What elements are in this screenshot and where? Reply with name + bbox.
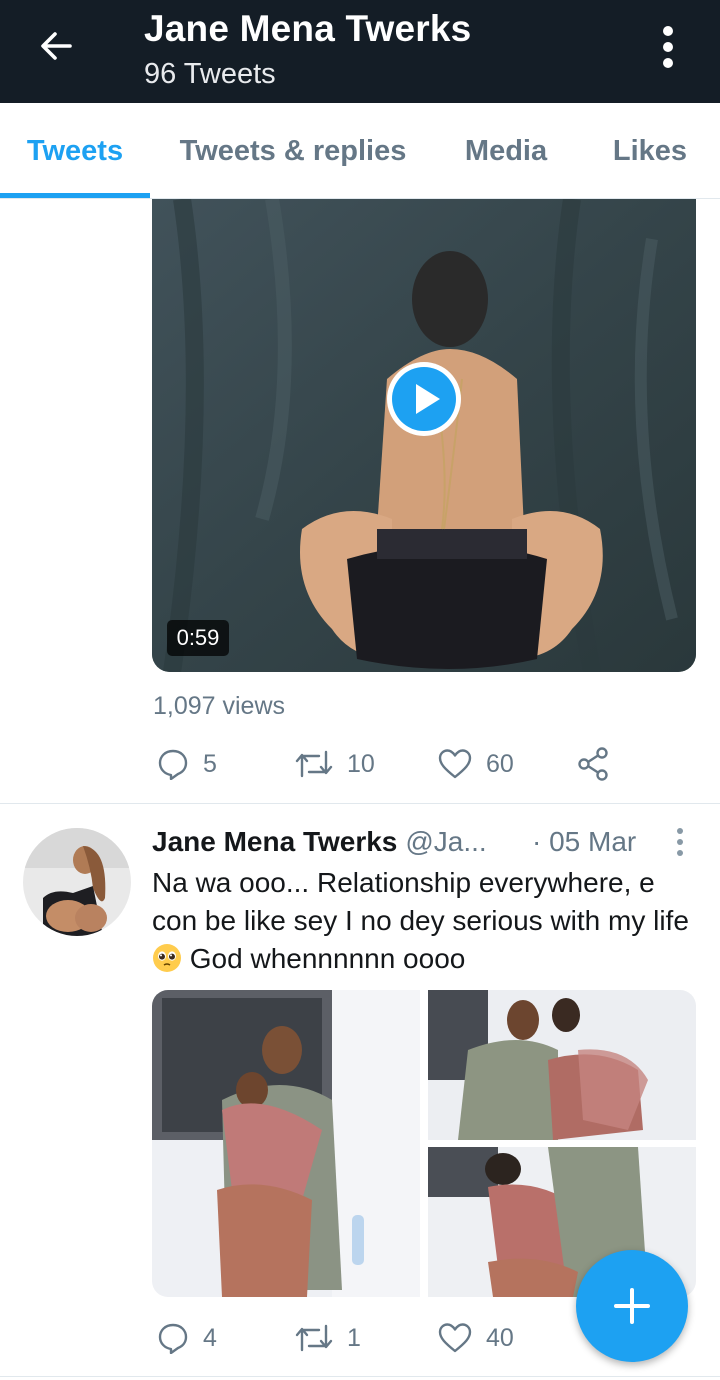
avatar[interactable] bbox=[23, 828, 131, 936]
reply-icon bbox=[158, 749, 188, 780]
more-options-button[interactable] bbox=[650, 22, 686, 72]
like-count: 60 bbox=[486, 749, 514, 778]
heart-icon bbox=[438, 749, 472, 779]
heart-icon bbox=[438, 1323, 472, 1353]
tweet-count: 96 Tweets bbox=[144, 58, 276, 90]
retweet-button[interactable]: 1 bbox=[295, 1318, 361, 1358]
retweet-icon bbox=[295, 1324, 333, 1352]
app-header: Jane Mena Twerks 96 Tweets bbox=[0, 0, 720, 103]
reply-button[interactable]: 5 bbox=[157, 744, 217, 784]
author-handle: @Ja... bbox=[405, 826, 487, 857]
tab-tweets-and-replies[interactable]: Tweets & replies bbox=[168, 103, 418, 199]
pleading-face-emoji bbox=[153, 944, 181, 972]
photo-image bbox=[152, 990, 420, 1297]
share-icon bbox=[578, 747, 608, 781]
tweet-more-button[interactable] bbox=[668, 826, 692, 858]
like-count: 40 bbox=[486, 1323, 514, 1352]
retweet-button[interactable]: 10 bbox=[295, 744, 375, 784]
tab-media[interactable]: Media bbox=[446, 103, 566, 199]
kebab-vertical-icon bbox=[663, 26, 673, 68]
tweet-text-part: Na wa ooo... Relationship everywhere, e … bbox=[152, 867, 689, 936]
like-button[interactable]: 60 bbox=[438, 744, 514, 784]
author-name: Jane Mena Twerks bbox=[152, 826, 398, 857]
reply-icon bbox=[158, 1323, 188, 1354]
tweet-date: · 05 Mar bbox=[532, 826, 637, 857]
avatar-image bbox=[23, 828, 131, 936]
arrow-left-icon bbox=[41, 32, 72, 60]
plus-icon bbox=[614, 1288, 650, 1324]
tab-likes[interactable]: Likes bbox=[600, 103, 700, 199]
back-button[interactable] bbox=[34, 24, 78, 68]
view-count: 1,097 views bbox=[153, 692, 286, 720]
photo-image bbox=[428, 990, 696, 1140]
tweet-photo[interactable] bbox=[428, 990, 696, 1140]
profile-tabs: Tweets Tweets & replies Media Likes bbox=[0, 103, 720, 199]
share-button[interactable] bbox=[578, 744, 610, 784]
profile-name-title: Jane Mena Twerks bbox=[144, 8, 472, 49]
active-tab-indicator bbox=[0, 193, 150, 198]
retweet-count: 10 bbox=[347, 749, 375, 778]
like-button[interactable]: 40 bbox=[438, 1318, 514, 1358]
play-icon bbox=[387, 362, 461, 436]
tweet-text: Na wa ooo... Relationship everywhere, e … bbox=[152, 864, 700, 978]
compose-tweet-button[interactable] bbox=[576, 1250, 688, 1362]
play-button[interactable] bbox=[385, 360, 463, 438]
retweet-count: 1 bbox=[347, 1323, 361, 1352]
tweet-text-part: God whennnnnn oooo bbox=[182, 943, 466, 974]
reply-button[interactable]: 4 bbox=[157, 1318, 217, 1358]
reply-count: 5 bbox=[203, 749, 217, 778]
tweet-divider bbox=[0, 1376, 720, 1377]
tweet-photo[interactable] bbox=[152, 990, 420, 1297]
video-duration-badge: 0:59 bbox=[167, 620, 229, 656]
kebab-vertical-icon bbox=[677, 828, 683, 856]
tweet-divider bbox=[0, 803, 720, 804]
reply-count: 4 bbox=[203, 1323, 217, 1352]
retweet-icon bbox=[295, 750, 333, 778]
tweet-author[interactable]: Jane Mena Twerks @Ja... bbox=[152, 822, 487, 862]
tweet-photo-grid bbox=[152, 990, 696, 1297]
tab-tweets[interactable]: Tweets bbox=[0, 103, 150, 199]
